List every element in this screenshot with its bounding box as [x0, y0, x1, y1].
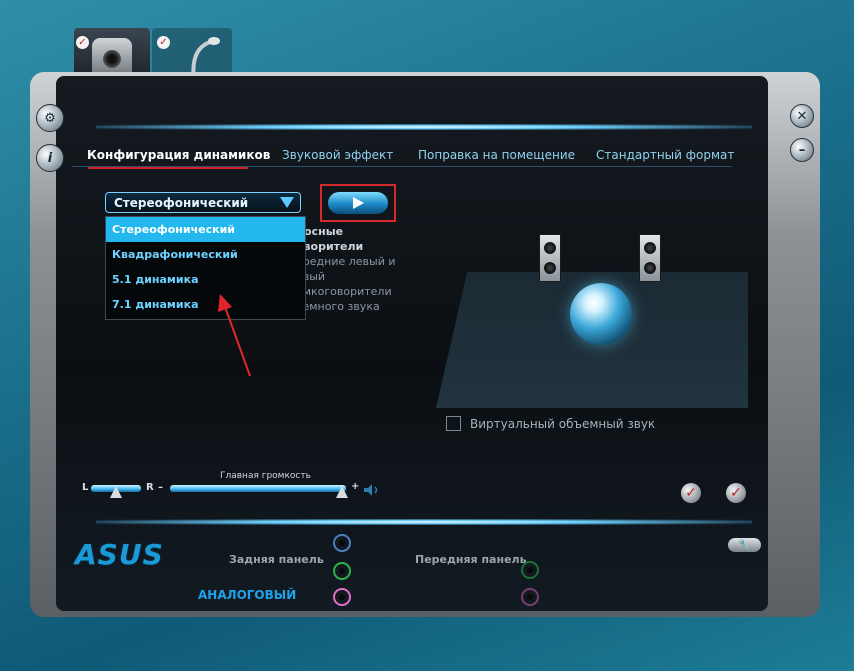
speaker-config-options: Стереофонический Квадрафонический 5.1 ди… — [105, 216, 306, 320]
listener-sphere — [570, 283, 632, 345]
rear-jack-pink[interactable] — [333, 588, 351, 606]
active-tab-indicator — [88, 167, 248, 169]
top-glow-divider — [96, 124, 752, 130]
option-7-1[interactable]: 7.1 динамика — [106, 292, 305, 317]
annotation-arrow — [218, 294, 251, 377]
speaker-left[interactable] — [539, 234, 561, 282]
chevron-down-icon — [280, 197, 294, 208]
speaker-config-selected: Стереофонический — [114, 195, 249, 210]
rear-jack-blue[interactable] — [333, 534, 351, 552]
settings-icon[interactable]: ⚙ — [36, 104, 64, 132]
close-icon[interactable]: ✕ — [790, 104, 814, 128]
volume-slider-thumb[interactable] — [336, 486, 348, 498]
virtual-surround-checkbox[interactable] — [446, 416, 461, 431]
balance-left-label: L — [82, 482, 89, 493]
front-jack-pink[interactable] — [521, 588, 539, 606]
option-quad[interactable]: Квадрафонический — [106, 242, 305, 267]
option-5-1[interactable]: 5.1 динамика — [106, 267, 305, 292]
check-icon: ✓ — [157, 36, 170, 49]
speaker-right[interactable] — [639, 234, 661, 282]
volume-plus-label: + — [351, 481, 360, 492]
analog-label: АНАЛОГОВЫЙ — [198, 588, 297, 602]
info-icon[interactable]: i — [36, 144, 64, 172]
minimize-icon[interactable]: – — [790, 138, 814, 162]
rear-panel-label: Задняя панель — [229, 553, 324, 566]
tab-room-correction[interactable]: Поправка на помещение — [418, 148, 575, 162]
play-test-button[interactable] — [320, 184, 396, 222]
main-volume-label: Главная громкость — [220, 471, 311, 481]
speaker-volume-icon[interactable] — [362, 483, 382, 497]
speaker-description: лосные оворители ередние левый и авый ом… — [296, 225, 396, 313]
asus-logo: ASUS — [75, 538, 164, 571]
tab-speaker-config[interactable]: Конфигурация динамиков — [87, 148, 270, 162]
tab-default-format[interactable]: Стандартный формат — [596, 148, 734, 162]
tab-sound-effect[interactable]: Звуковой эффект — [282, 148, 393, 162]
virtual-surround-label: Виртуальный объемный звук — [470, 417, 656, 431]
apply-all-check-button[interactable]: ✓ — [726, 483, 746, 503]
bottom-glow-divider — [96, 519, 752, 525]
apply-check-button[interactable]: ✓ — [681, 483, 701, 503]
front-panel-label: Передняя панель — [415, 553, 527, 566]
volume-slider[interactable] — [170, 485, 346, 492]
volume-minus-label: – — [158, 482, 163, 493]
balance-right-label: R — [146, 482, 154, 493]
balance-slider-thumb[interactable] — [110, 486, 122, 498]
rear-jack-green[interactable] — [333, 562, 351, 580]
front-jack-green[interactable] — [521, 561, 539, 579]
play-icon — [352, 197, 364, 209]
check-icon: ✓ — [76, 36, 89, 49]
option-stereo[interactable]: Стереофонический — [106, 217, 305, 242]
speaker-config-select[interactable]: Стереофонический — [105, 192, 301, 213]
wrench-icon[interactable]: 🔧 — [728, 538, 761, 552]
